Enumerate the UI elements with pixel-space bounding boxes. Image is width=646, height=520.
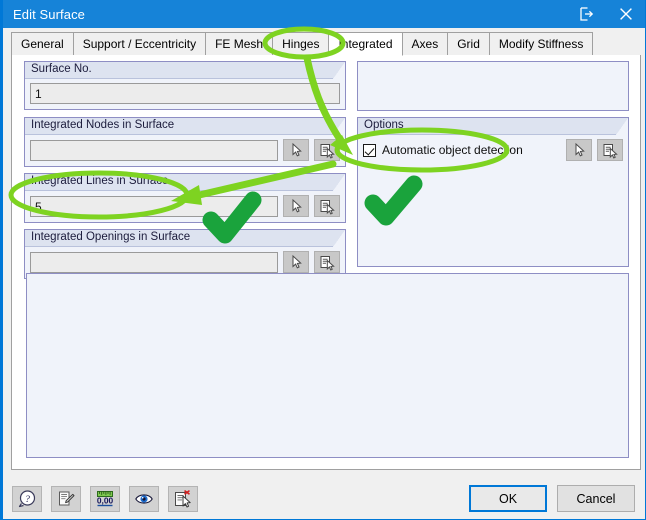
group-options: Options Automatic object detection xyxy=(357,117,629,267)
svg-text:?: ? xyxy=(25,495,30,505)
group-integrated-nodes: Integrated Nodes in Surface xyxy=(24,117,346,167)
tab-grid[interactable]: Grid xyxy=(447,32,490,56)
tabs-row: General Support / Eccentricity FE Mesh H… xyxy=(11,32,594,56)
select-object-button[interactable] xyxy=(168,486,198,512)
group-surface-no: Surface No. 1 xyxy=(24,61,346,110)
units-icon: 0,00 xyxy=(95,489,115,509)
detach-window-button[interactable] xyxy=(566,0,606,28)
group-body: Automatic object detection xyxy=(358,135,628,166)
integrated-openings-input[interactable] xyxy=(30,251,278,273)
pick-cursor-icon xyxy=(288,198,305,215)
options-list-button[interactable] xyxy=(597,139,623,161)
tab-hinges[interactable]: Hinges xyxy=(272,32,330,56)
group-label-integrated-nodes: Integrated Nodes in Surface xyxy=(31,119,175,131)
tab-label: General xyxy=(21,37,64,51)
preview-panel-top xyxy=(357,61,629,111)
group-body: 1 xyxy=(25,79,345,109)
integrated-lines-pick-button[interactable] xyxy=(283,195,309,217)
pick-cursor-icon xyxy=(571,142,588,159)
cancel-button[interactable]: Cancel xyxy=(557,485,635,512)
edit-surface-dialog: Edit Surface General Support / Eccentric… xyxy=(0,0,646,520)
pick-list-icon xyxy=(319,198,336,215)
footer-actions: OK Cancel xyxy=(469,485,635,512)
tab-label: Axes xyxy=(411,37,439,51)
group-header: Surface No. xyxy=(25,62,345,79)
tab-label: Integrated xyxy=(338,37,393,51)
tab-label: Modify Stiffness xyxy=(498,37,584,51)
automatic-object-detection-label: Automatic object detection xyxy=(382,143,523,157)
dialog-footer: ? 0,00 OK Cancel xyxy=(3,478,645,519)
group-integrated-lines: Integrated Lines in Surface 5 xyxy=(24,173,346,223)
tab-integrated[interactable]: Integrated xyxy=(328,32,403,56)
integrated-openings-list-button[interactable] xyxy=(314,251,340,273)
pick-list-icon xyxy=(319,142,336,159)
object-list-panel[interactable] xyxy=(26,273,629,458)
group-header: Options xyxy=(358,118,628,135)
group-label-surface-no: Surface No. xyxy=(31,63,92,75)
group-body: 5 xyxy=(25,191,345,222)
group-header: Integrated Openings in Surface xyxy=(25,230,345,247)
detach-icon xyxy=(578,6,594,22)
view-icon xyxy=(134,489,154,509)
pick-cursor-icon xyxy=(288,254,305,271)
ok-button[interactable]: OK xyxy=(469,485,547,512)
group-label-integrated-openings: Integrated Openings in Surface xyxy=(31,231,191,243)
help-icon: ? xyxy=(17,489,37,509)
tab-general[interactable]: General xyxy=(11,32,74,56)
edit-button[interactable] xyxy=(51,486,81,512)
automatic-object-detection-checkbox[interactable] xyxy=(363,143,376,157)
tab-axes[interactable]: Axes xyxy=(401,32,449,56)
tab-fe-mesh[interactable]: FE Mesh xyxy=(205,32,274,56)
integrated-lines-list-button[interactable] xyxy=(314,195,340,217)
close-button[interactable] xyxy=(606,0,645,28)
tab-support-eccentricity[interactable]: Support / Eccentricity xyxy=(72,32,207,56)
tab-label: Hinges xyxy=(282,37,320,51)
group-label-options: Options xyxy=(364,119,404,131)
tab-content-integrated: Surface No. 1 Integrated Nodes in Surfac… xyxy=(11,55,641,470)
integrated-nodes-list-button[interactable] xyxy=(314,139,340,161)
tab-modify-stiffness[interactable]: Modify Stiffness xyxy=(488,32,594,56)
surface-no-input[interactable]: 1 xyxy=(30,83,340,104)
group-label-integrated-lines: Integrated Lines in Surface xyxy=(31,175,169,187)
tab-label: FE Mesh xyxy=(215,37,264,51)
group-body xyxy=(25,135,345,166)
integrated-lines-input[interactable]: 5 xyxy=(30,195,278,217)
pick-list-icon xyxy=(319,254,336,271)
integrated-nodes-pick-button[interactable] xyxy=(283,139,309,161)
pick-cursor-icon xyxy=(288,142,305,159)
tab-label: Support / Eccentricity xyxy=(82,37,197,51)
group-integrated-openings: Integrated Openings in Surface xyxy=(24,229,346,279)
integrated-openings-pick-button[interactable] xyxy=(283,251,309,273)
tab-label: Grid xyxy=(457,37,480,51)
title-bar: Edit Surface xyxy=(3,0,645,28)
close-icon xyxy=(618,6,634,22)
group-header: Integrated Lines in Surface xyxy=(25,174,345,191)
footer-toolbar: ? 0,00 xyxy=(12,486,198,512)
automatic-object-detection-row[interactable]: Automatic object detection xyxy=(363,143,561,157)
options-pick-button[interactable] xyxy=(566,139,592,161)
select-object-icon xyxy=(173,489,193,509)
help-button[interactable]: ? xyxy=(12,486,42,512)
window-title: Edit Surface xyxy=(13,6,86,22)
view-button[interactable] xyxy=(129,486,159,512)
svg-text:0,00: 0,00 xyxy=(97,496,114,506)
integrated-nodes-input[interactable] xyxy=(30,139,278,161)
pick-list-icon xyxy=(602,142,619,159)
group-header: Integrated Nodes in Surface xyxy=(25,118,345,135)
tab-strip: General Support / Eccentricity FE Mesh H… xyxy=(11,32,641,56)
edit-icon xyxy=(56,489,76,509)
units-button[interactable]: 0,00 xyxy=(90,486,120,512)
